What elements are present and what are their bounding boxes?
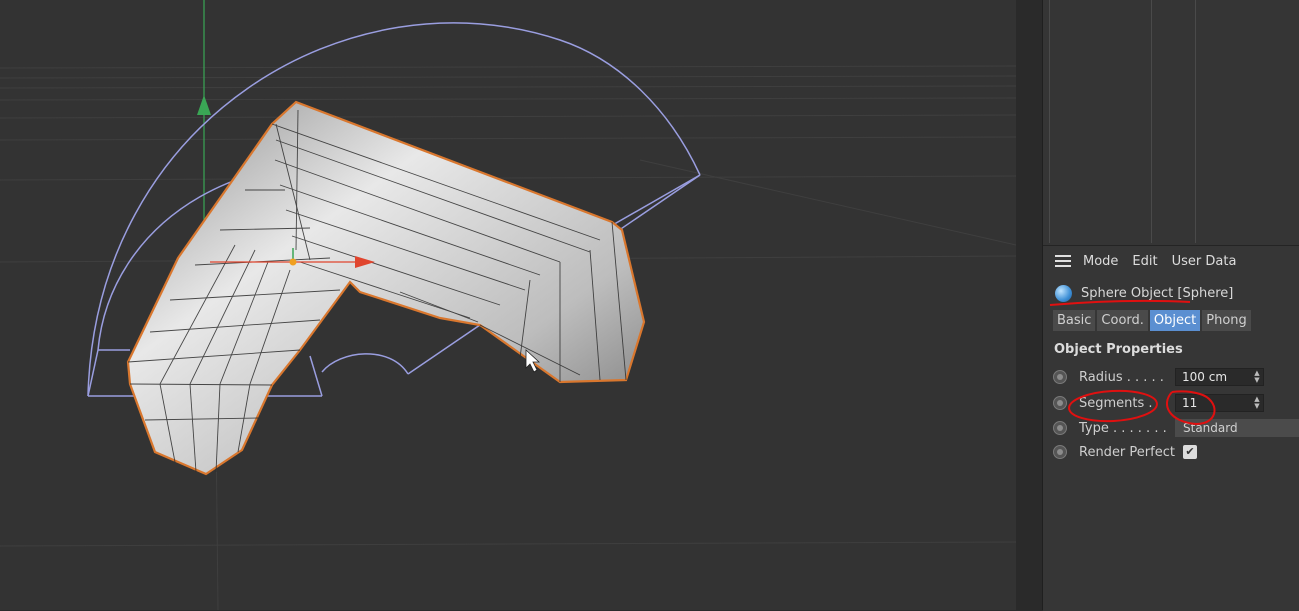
type-dropdown[interactable]: Standard [1175, 419, 1299, 437]
type-row: Type . . . . . . . Standard [1053, 417, 1299, 439]
segments-animation-radio[interactable] [1053, 396, 1067, 410]
radius-row: Radius . . . . . 100 cm ▲ ▼ [1053, 366, 1299, 388]
menu-edit[interactable]: Edit [1132, 254, 1157, 269]
radius-value: 100 cm [1182, 370, 1228, 384]
menu-mode[interactable]: Mode [1083, 254, 1118, 269]
sphere-icon [1055, 284, 1072, 302]
render-perfect-animation-radio[interactable] [1053, 445, 1067, 459]
segments-label: Segments . [1079, 395, 1153, 411]
3d-viewport[interactable] [0, 0, 1016, 610]
radius-field[interactable]: 100 cm ▲ ▼ [1175, 368, 1264, 386]
attribute-menubar: Mode Edit User Data [1043, 250, 1299, 272]
sphere-object-mesh[interactable] [126, 100, 646, 476]
render-perfect-row: Render Perfect ✔ [1053, 441, 1299, 463]
render-perfect-checkbox[interactable]: ✔ [1183, 445, 1197, 459]
tab-object[interactable]: Object [1149, 310, 1201, 331]
object-title: Sphere Object [Sphere] [1055, 283, 1233, 303]
object-manager[interactable] [1043, 0, 1299, 243]
object-manager-column-line [1049, 0, 1050, 243]
render-perfect-label: Render Perfect [1079, 444, 1175, 460]
right-panel: Mode Edit User Data Sphere Object [Spher… [1043, 0, 1299, 611]
object-axis-center-icon[interactable] [289, 258, 297, 266]
segments-value: 11 [1182, 396, 1198, 410]
type-label: Type . . . . . . . [1079, 420, 1167, 436]
viewport-canvas[interactable] [0, 0, 1016, 610]
radius-stepper-icon[interactable]: ▲ ▼ [1253, 370, 1261, 384]
attribute-tabs: Basic Coord. Object Phong [1053, 310, 1253, 331]
object-manager-column-line [1151, 0, 1152, 243]
tab-basic[interactable]: Basic [1053, 310, 1096, 331]
object-manager-column-line [1195, 0, 1196, 243]
panel-divider[interactable] [1016, 0, 1043, 610]
segments-field[interactable]: 11 ▲ ▼ [1175, 394, 1264, 412]
y-axis-arrow-icon[interactable] [197, 95, 211, 115]
type-animation-radio[interactable] [1053, 421, 1067, 435]
segments-stepper-icon[interactable]: ▲ ▼ [1253, 396, 1261, 410]
menu-user-data[interactable]: User Data [1172, 254, 1237, 269]
radius-label: Radius . . . . . [1079, 369, 1164, 385]
tab-coord[interactable]: Coord. [1097, 310, 1148, 331]
segments-row: Segments . 11 ▲ ▼ [1053, 392, 1299, 414]
tab-phong[interactable]: Phong [1202, 310, 1251, 331]
section-title: Object Properties [1054, 342, 1183, 357]
object-title-label: Sphere Object [Sphere] [1081, 285, 1234, 301]
hamburger-menu-icon[interactable] [1055, 255, 1071, 267]
radius-animation-radio[interactable] [1053, 370, 1067, 384]
attribute-manager: Mode Edit User Data Sphere Object [Spher… [1043, 245, 1299, 611]
